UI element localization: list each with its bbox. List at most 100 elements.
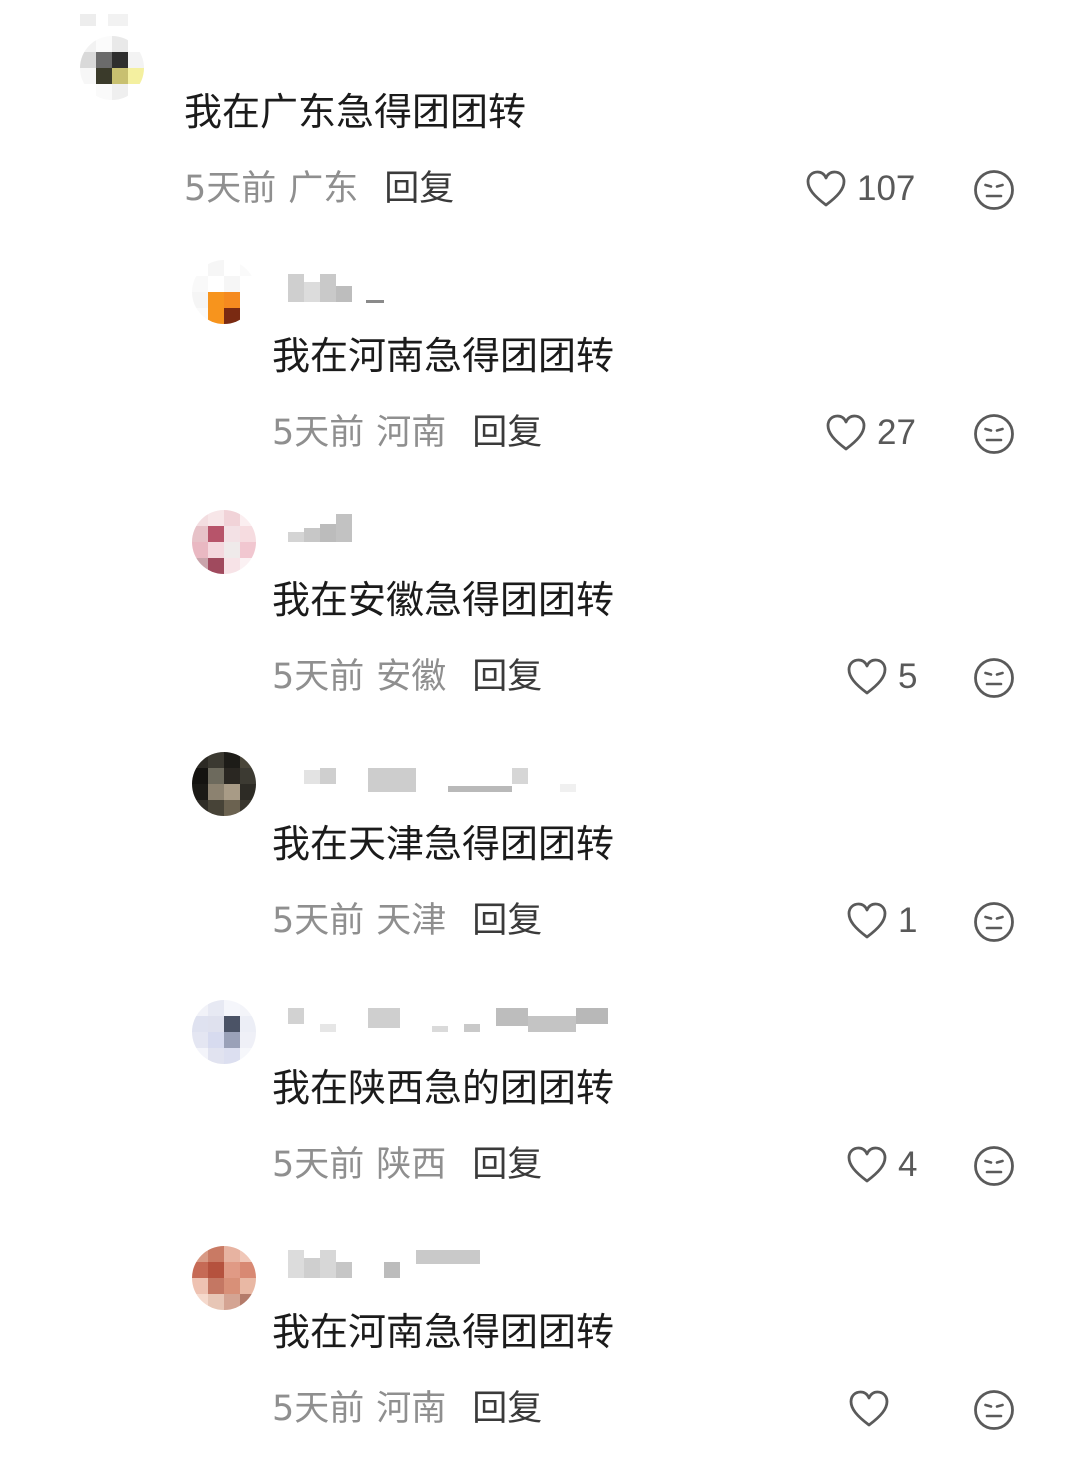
comment-meta: 5天前 陕西 回复 — [272, 1142, 542, 1188]
avatar-pixel — [96, 68, 112, 84]
avatar-pixel — [240, 260, 256, 276]
avatar[interactable] — [192, 260, 256, 324]
reply-button[interactable]: 回复 — [384, 169, 454, 209]
comment-time: 5天前 — [184, 169, 277, 209]
avatar-pixel — [224, 260, 240, 276]
like-button[interactable]: 5 — [846, 654, 917, 700]
avatar-pixel — [224, 768, 240, 784]
comment-location: 河南 — [376, 1389, 447, 1429]
avatar-pixel — [208, 292, 224, 308]
avatar[interactable] — [192, 752, 256, 816]
avatar-pixel — [208, 1278, 224, 1294]
avatar-pixel — [208, 768, 224, 784]
meh-face-icon[interactable] — [972, 656, 1016, 700]
avatar-pixel — [240, 1278, 256, 1294]
like-count: 27 — [877, 413, 916, 452]
avatar-pixel — [192, 1032, 208, 1048]
heart-outline-icon — [846, 901, 888, 941]
heart-outline-icon — [825, 413, 867, 453]
like-button[interactable]: 1 — [846, 898, 917, 944]
avatar-pixel — [128, 36, 144, 52]
comment-meta: 5天前 广东 回复 — [184, 166, 454, 212]
like-button[interactable]: 27 — [825, 410, 916, 456]
heart-outline-icon — [848, 1389, 890, 1429]
like-button[interactable] — [848, 1386, 900, 1432]
avatar-pixel — [224, 308, 240, 324]
meh-face-icon[interactable] — [972, 900, 1016, 944]
reply-button[interactable]: 回复 — [472, 901, 542, 941]
comment-text: 我在广东急得团团转 — [184, 90, 527, 134]
comment-text: 我在河南急得团团转 — [272, 334, 615, 378]
username-redacted[interactable] — [288, 1006, 618, 1038]
avatar-pixel — [224, 800, 240, 816]
reply-button[interactable]: 回复 — [472, 657, 542, 697]
avatar-pixel — [224, 1032, 240, 1048]
comment-location: 广东 — [288, 169, 359, 209]
avatar-pixel — [224, 1016, 240, 1032]
avatar-pixel — [224, 292, 240, 308]
avatar-pixel — [208, 308, 224, 324]
username-redacted[interactable] — [300, 766, 580, 798]
avatar-pixel — [208, 526, 224, 542]
avatar-pixel — [112, 84, 128, 100]
username-redacted[interactable] — [60, 10, 130, 42]
heart-outline-icon — [846, 1145, 888, 1185]
avatar-pixel — [240, 526, 256, 542]
meh-face-icon[interactable] — [972, 1144, 1016, 1188]
avatar-pixel — [240, 1246, 256, 1262]
meh-face-icon[interactable] — [972, 1388, 1016, 1432]
avatar-pixel — [208, 1032, 224, 1048]
like-count: 4 — [898, 1145, 918, 1184]
avatar-pixel — [208, 1246, 224, 1262]
avatar-pixel — [224, 276, 240, 292]
avatar-pixel — [224, 510, 240, 526]
avatar-pixel — [128, 52, 144, 68]
avatar-pixel — [192, 1048, 208, 1064]
avatar[interactable] — [192, 1246, 256, 1310]
avatar-pixel — [192, 1016, 208, 1032]
avatar-pixel — [208, 1048, 224, 1064]
avatar-pixel — [192, 308, 208, 324]
avatar-pixel — [192, 526, 208, 542]
avatar-pixel — [240, 784, 256, 800]
avatar[interactable] — [192, 1000, 256, 1064]
avatar-pixel — [240, 276, 256, 292]
like-button[interactable]: 4 — [846, 1142, 917, 1188]
avatar-pixel — [208, 1262, 224, 1278]
comment-location: 安徽 — [376, 657, 447, 697]
avatar-pixel — [224, 1294, 240, 1310]
reply-button[interactable]: 回复 — [472, 1389, 542, 1429]
avatar-pixel — [192, 784, 208, 800]
meh-face-icon[interactable] — [972, 412, 1016, 456]
comment-meta: 5天前 安徽 回复 — [272, 654, 542, 700]
avatar-pixel — [208, 542, 224, 558]
avatar-pixel — [224, 558, 240, 574]
like-button[interactable]: 107 — [805, 166, 915, 212]
avatar-pixel — [80, 84, 96, 100]
comment-time: 5天前 — [272, 413, 365, 453]
avatar-pixel — [224, 784, 240, 800]
avatar-pixel — [240, 768, 256, 784]
comment-meta: 5天前 河南 回复 — [272, 410, 542, 456]
avatar[interactable] — [192, 510, 256, 574]
avatar-pixel — [224, 1000, 240, 1016]
avatar-pixel — [240, 1262, 256, 1278]
avatar-pixel — [224, 1262, 240, 1278]
avatar-pixel — [224, 1246, 240, 1262]
avatar-pixel — [240, 308, 256, 324]
avatar-pixel — [80, 68, 96, 84]
reply-button[interactable]: 回复 — [472, 413, 542, 453]
like-count: 1 — [898, 901, 918, 940]
avatar-pixel — [240, 1048, 256, 1064]
username-redacted[interactable] — [288, 272, 388, 304]
meh-face-icon[interactable] — [972, 168, 1016, 212]
username-redacted[interactable] — [288, 512, 358, 544]
username-redacted[interactable] — [288, 1248, 488, 1280]
avatar-pixel — [208, 800, 224, 816]
avatar-pixel — [208, 784, 224, 800]
avatar[interactable] — [80, 36, 144, 100]
avatar-pixel — [240, 1016, 256, 1032]
reply-button[interactable]: 回复 — [472, 1145, 542, 1185]
avatar-pixel — [192, 752, 208, 768]
avatar-pixel — [240, 752, 256, 768]
